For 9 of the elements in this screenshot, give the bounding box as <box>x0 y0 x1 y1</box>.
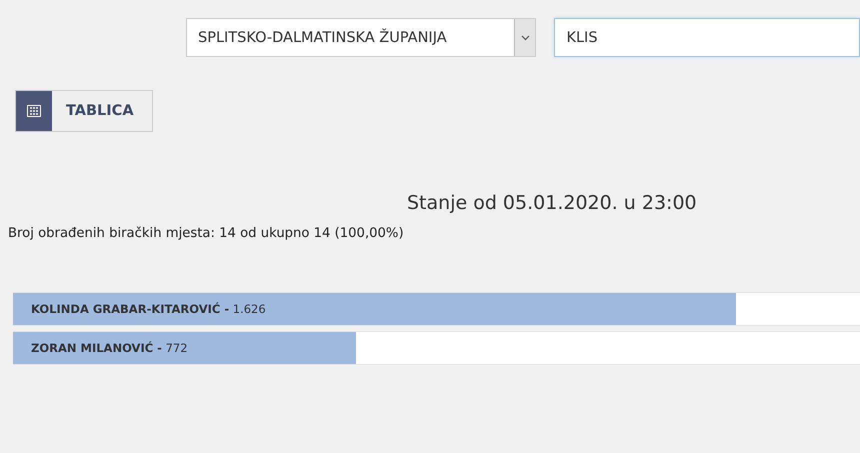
status-title: Stanje od 05.01.2020. u 23:00 <box>407 192 698 214</box>
candidate-result: ZORAN MILANOVIĆ - 772 <box>30 341 188 355</box>
candidate-result: KOLINDA GRABAR-KITAROVIĆ - 1.626 <box>30 302 266 316</box>
county-dropdown[interactable]: SPLITSKO-DALMATINSKA ŽUPANIJA <box>186 18 536 57</box>
caret-icon <box>520 34 530 40</box>
processed-text: Broj obrađenih biračkih mjesta: 14 od ukupno 14 (100,00%) <box>8 226 405 241</box>
municipality-field[interactable]: KLIS <box>554 18 860 57</box>
table-view-button[interactable]: TABLICA <box>15 90 153 132</box>
table-icon <box>27 105 41 117</box>
